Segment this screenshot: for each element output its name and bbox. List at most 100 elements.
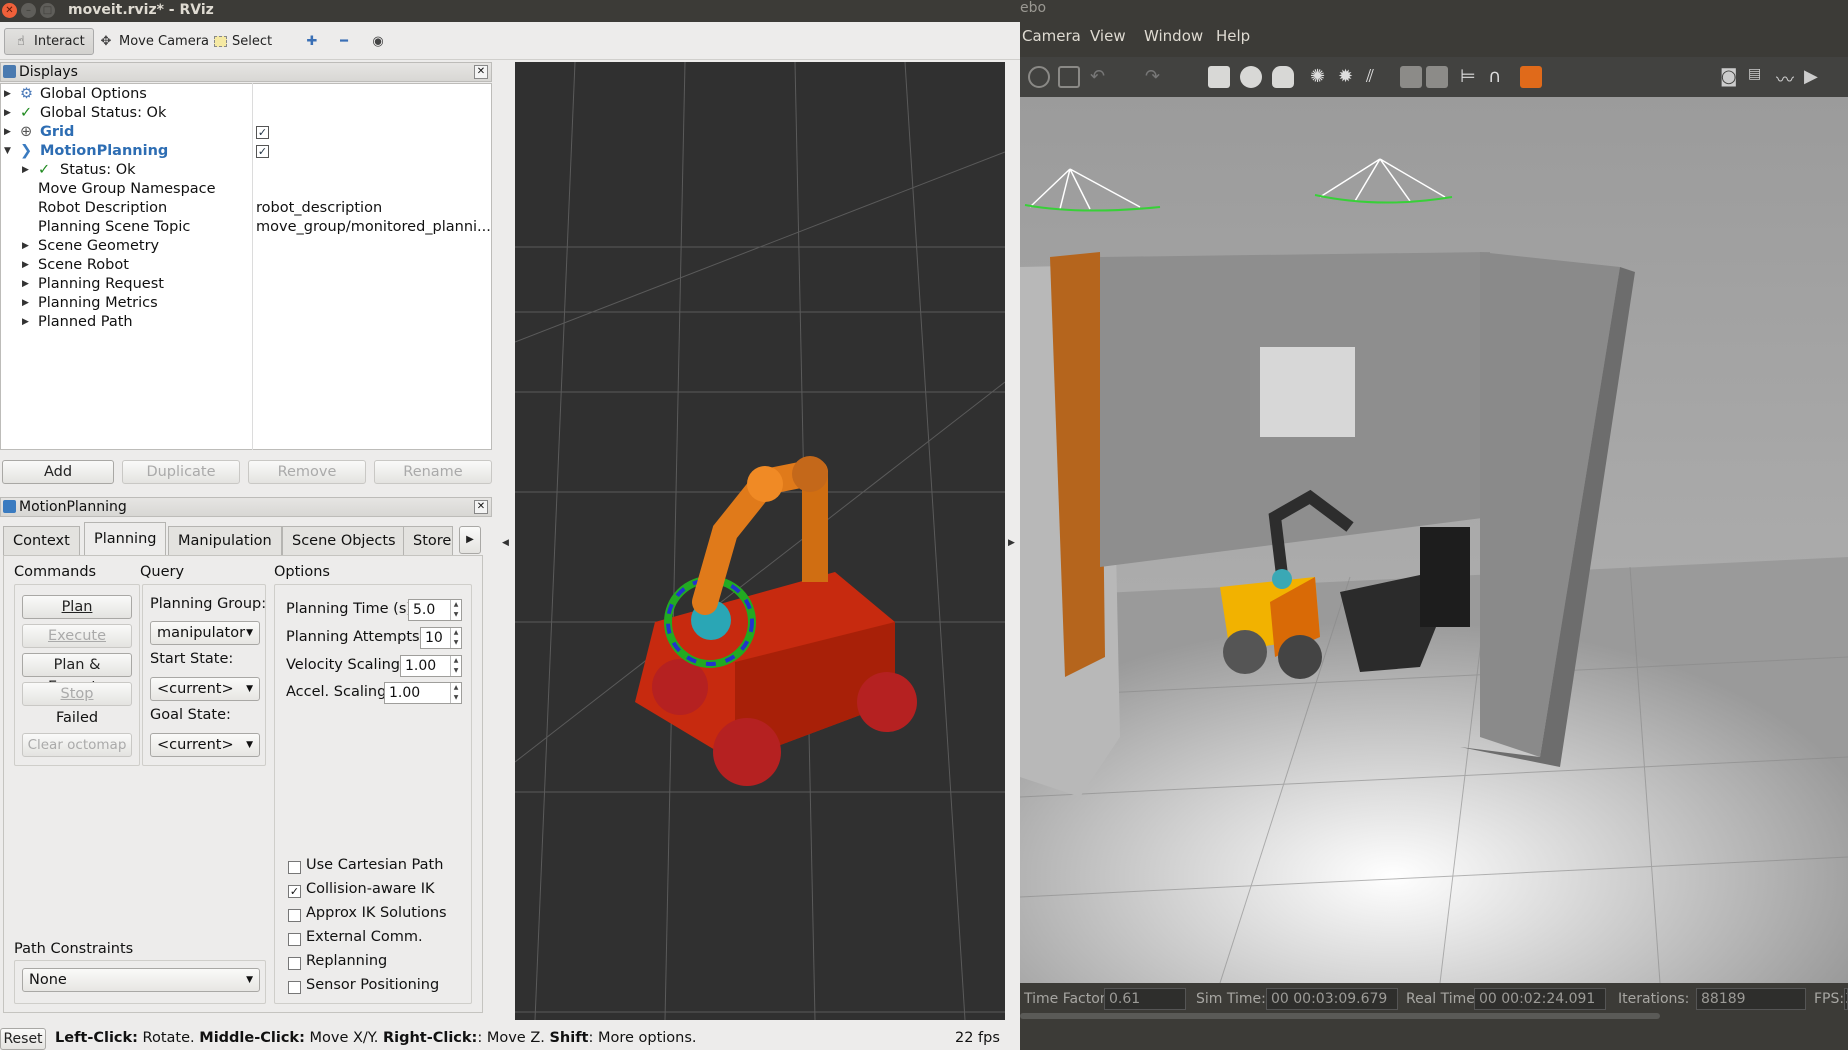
close-panel-icon[interactable]: ✕: [474, 500, 488, 514]
planning-time-label: Planning Time (s):: [286, 601, 417, 617]
collision-aware-ik-label: Collision-aware IK: [306, 881, 435, 897]
cylinder-shape-icon[interactable]: [1272, 66, 1294, 88]
minus-icon: ━: [340, 33, 348, 49]
gazebo-3d-viewport[interactable]: [1020, 97, 1848, 983]
move-camera-label: Move Camera: [119, 34, 210, 49]
horizontal-scrollbar[interactable]: [1020, 1013, 1660, 1019]
goal-state-select[interactable]: <current> ▼: [150, 733, 260, 757]
middle-click-key: Middle-Click:: [199, 1030, 305, 1046]
sphere-shape-icon[interactable]: [1240, 66, 1262, 88]
interact-tool-button[interactable]: ☝ Interact: [4, 28, 94, 55]
plan-execute-button[interactable]: Plan & Execute: [22, 653, 132, 695]
expand-arrow-icon[interactable]: ▶: [22, 237, 29, 256]
stop-button[interactable]: Stop: [22, 682, 132, 706]
close-icon[interactable]: ✕: [2, 3, 17, 18]
expand-arrow-icon[interactable]: ▶: [4, 104, 11, 123]
align-icon[interactable]: ⊨: [1460, 66, 1482, 88]
spin-arrows-icon[interactable]: ▲ ▼: [450, 656, 461, 676]
planning-attempts-input[interactable]: 10 ▲ ▼: [420, 627, 462, 649]
tree-item-move-group-namespace[interactable]: Move Group Namespace: [38, 180, 216, 199]
expand-arrow-icon[interactable]: ▶: [22, 294, 29, 313]
tab-manipulation[interactable]: Manipulation: [168, 526, 282, 556]
replanning-checkbox[interactable]: [288, 957, 301, 970]
query-title: Query: [140, 564, 185, 580]
redo-icon[interactable]: ↷: [1145, 66, 1167, 88]
move-camera-tool-button[interactable]: ✥ Move Camera: [90, 28, 217, 55]
menu-view[interactable]: View: [1090, 27, 1126, 45]
tree-item-robot-description[interactable]: Robot Description: [38, 199, 167, 218]
grid-enabled-checkbox[interactable]: ✓: [256, 126, 269, 139]
collision-aware-ik-checkbox[interactable]: ✓: [288, 885, 301, 898]
expand-arrow-icon[interactable]: ▶: [22, 161, 29, 180]
plus-icon: ✚: [306, 33, 318, 49]
motion-planning-enabled-checkbox[interactable]: ✓: [256, 145, 269, 158]
close-panel-icon[interactable]: ✕: [474, 65, 488, 79]
scale-mode-icon[interactable]: [1058, 66, 1080, 88]
tab-scroll-right[interactable]: ▶: [459, 526, 481, 554]
plan-label: Plan: [61, 599, 93, 615]
menu-camera[interactable]: Camera: [1022, 27, 1081, 45]
snap-icon[interactable]: ∩: [1488, 66, 1510, 88]
expand-arrow-icon[interactable]: ▶: [22, 313, 29, 332]
planning-time-input[interactable]: 5.0 ▲ ▼: [408, 599, 462, 621]
tab-planning[interactable]: Planning: [84, 522, 167, 556]
box-shape-icon[interactable]: [1208, 66, 1230, 88]
motion-planning-icon: [3, 500, 16, 513]
robot-description-value[interactable]: robot_description: [256, 199, 382, 218]
video-record-icon[interactable]: ▶: [1804, 66, 1826, 88]
remove-display-button[interactable]: Remove: [248, 460, 366, 484]
tab-stored[interactable]: Storec: [403, 526, 453, 556]
directional-light-icon[interactable]: ⫽: [1366, 66, 1388, 88]
menu-window[interactable]: Window: [1144, 27, 1203, 45]
path-constraints-select[interactable]: None ▼: [22, 968, 260, 992]
cartesian-path-checkbox[interactable]: [288, 861, 301, 874]
remove-tool-button[interactable]: ━: [328, 28, 360, 55]
tree-item-planning-scene-topic[interactable]: Planning Scene Topic: [38, 218, 190, 237]
tab-context[interactable]: Context: [3, 526, 80, 556]
execute-button[interactable]: Execute: [22, 624, 132, 648]
approx-ik-checkbox[interactable]: [288, 909, 301, 922]
collapse-left-icon[interactable]: ◀: [502, 538, 509, 548]
plot-icon[interactable]: 〰: [1776, 66, 1798, 91]
menu-help[interactable]: Help: [1216, 27, 1250, 45]
start-state-select[interactable]: <current> ▼: [150, 677, 260, 701]
reset-view-button[interactable]: Reset: [0, 1028, 46, 1050]
fps-value: 3: [1844, 988, 1848, 1010]
collapse-right-icon[interactable]: ▶: [1008, 538, 1015, 548]
spot-light-icon[interactable]: ✹: [1338, 66, 1360, 88]
spin-arrows-icon[interactable]: ▲ ▼: [450, 600, 461, 620]
expand-arrow-icon[interactable]: ▶: [4, 85, 11, 104]
expand-arrow-icon[interactable]: ▶: [22, 256, 29, 275]
log-icon[interactable]: ▤: [1748, 66, 1770, 88]
planning-scene-topic-value[interactable]: move_group/monitored_planni...: [256, 218, 491, 237]
duplicate-display-button[interactable]: Duplicate: [122, 460, 240, 484]
spin-arrows-icon[interactable]: ▲ ▼: [450, 683, 461, 703]
collapse-arrow-icon[interactable]: ▼: [4, 142, 11, 161]
view-tool-button[interactable]: ◉: [362, 28, 394, 55]
plan-button[interactable]: Plan: [22, 595, 132, 619]
rename-display-button[interactable]: Rename: [374, 460, 492, 484]
spin-arrows-icon[interactable]: ▲ ▼: [450, 628, 461, 648]
clear-octomap-button[interactable]: Clear octomap: [22, 733, 132, 757]
screenshot-icon[interactable]: ◙: [1720, 66, 1742, 88]
rviz-3d-viewport[interactable]: [515, 62, 1005, 1020]
expand-arrow-icon[interactable]: ▶: [4, 123, 11, 142]
velocity-scaling-input[interactable]: 1.00 ▲ ▼: [400, 655, 462, 677]
rotate-mode-icon[interactable]: [1028, 66, 1050, 88]
accel-scaling-input[interactable]: 1.00 ▲ ▼: [384, 682, 462, 704]
expand-arrow-icon[interactable]: ▶: [22, 275, 29, 294]
add-tool-button[interactable]: ✚: [296, 28, 328, 55]
undo-icon[interactable]: ↶: [1090, 66, 1112, 88]
minimize-icon[interactable]: –: [21, 3, 36, 18]
change-view-icon[interactable]: [1520, 66, 1542, 88]
sensor-positioning-checkbox[interactable]: [288, 981, 301, 994]
copy-icon[interactable]: [1400, 66, 1422, 88]
add-display-button[interactable]: Add: [2, 460, 114, 484]
tab-scene-objects[interactable]: Scene Objects: [282, 526, 406, 556]
maximize-icon[interactable]: □: [40, 3, 55, 18]
planning-group-select[interactable]: manipulator ▼: [150, 621, 260, 645]
select-tool-button[interactable]: Select: [206, 28, 280, 55]
external-comm-checkbox[interactable]: [288, 933, 301, 946]
paste-icon[interactable]: [1426, 66, 1448, 88]
point-light-icon[interactable]: ✺: [1310, 66, 1332, 88]
